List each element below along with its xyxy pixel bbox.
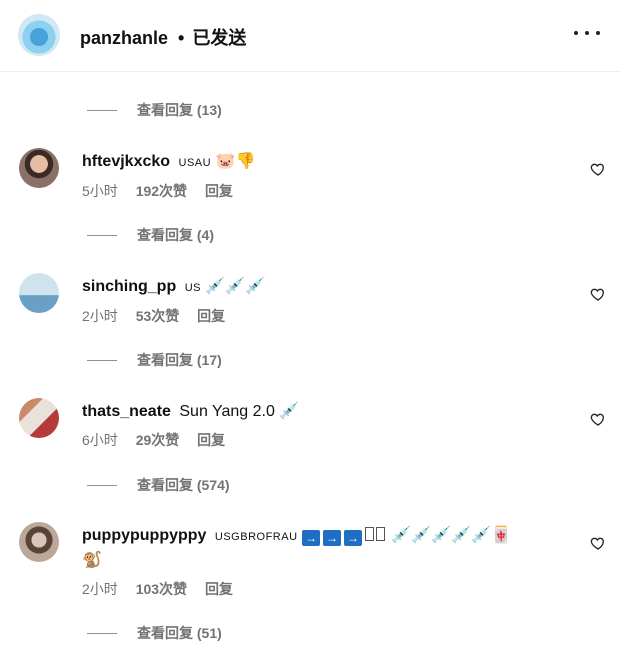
reply-button[interactable]: 回复	[197, 308, 225, 324]
avatar[interactable]	[19, 398, 59, 438]
comment-body: thats_neate Sun Yang 2.0 💉 6小时 29次赞 回复	[82, 400, 562, 448]
arrow-right-icon: →	[343, 530, 362, 546]
comment-text-line: thats_neate Sun Yang 2.0 💉	[82, 400, 562, 424]
view-replies-5[interactable]: 查看回复 (51)	[87, 623, 222, 643]
comment-text: USGBROFRAU	[214, 531, 298, 543]
reply-button[interactable]: 回复	[197, 432, 225, 448]
comment-text: Sun Yang 2.0	[179, 403, 275, 420]
comment-body: hftevjkxcko USAU 🐷👎 5小时 192次赞 回复	[82, 150, 562, 199]
comment-emojis: 💉💉💉	[205, 278, 266, 295]
comment-likes[interactable]: 29次赞	[136, 432, 180, 448]
comment-emojis: 🐷👎	[215, 153, 256, 170]
reply-divider	[87, 632, 117, 634]
view-replies-label[interactable]: 查看回复 (4)	[137, 225, 214, 245]
reply-divider	[87, 484, 117, 486]
comment-body: sinching_pp US 💉💉💉 2小时 53次赞 回复	[82, 275, 562, 324]
reply-divider	[87, 109, 117, 111]
comment-likes[interactable]: 53次赞	[136, 308, 180, 324]
comment-meta: 2小时 53次赞 回复	[82, 306, 562, 324]
arrow-right-icon: →	[301, 530, 320, 546]
comment-time: 5小时	[82, 183, 118, 199]
comment-text-line: hftevjkxcko USAU 🐷👎	[82, 150, 562, 175]
comment-emojis: 💉💉💉💉💉🀄	[391, 527, 511, 544]
comment-text: US	[184, 282, 201, 294]
avatar[interactable]	[19, 148, 59, 188]
comment-username[interactable]: hftevjkxcko	[82, 153, 170, 170]
arrow-right-icon: →	[322, 530, 341, 546]
header-avatar[interactable]	[18, 14, 60, 56]
view-replies-4[interactable]: 查看回复 (574)	[87, 475, 230, 495]
view-replies-label[interactable]: 查看回复 (574)	[137, 475, 230, 495]
header-separator: •	[178, 28, 185, 48]
comment-body: puppypuppyppy USGBROFRAU → → → 💉💉💉💉💉🀄 🐒 2小…	[82, 524, 562, 597]
view-replies-label[interactable]: 查看回复 (17)	[137, 350, 222, 370]
comment-meta: 6小时 29次赞 回复	[82, 430, 562, 448]
comment-time: 2小时	[82, 581, 118, 597]
comment-text-line: puppypuppyppy USGBROFRAU → → → 💉💉💉💉💉🀄 🐒	[82, 524, 562, 573]
avatar[interactable]	[19, 522, 59, 562]
reply-divider	[87, 359, 117, 361]
avatar[interactable]	[19, 273, 59, 313]
view-replies-3[interactable]: 查看回复 (17)	[87, 350, 222, 370]
comment-emojis: 💉	[279, 403, 300, 420]
header-username[interactable]: panzhanle	[80, 28, 168, 48]
heart-icon[interactable]	[590, 161, 606, 177]
comment-meta: 2小时 103次赞 回复	[82, 579, 562, 597]
comment-likes[interactable]: 103次赞	[136, 581, 187, 597]
reply-button[interactable]: 回复	[205, 183, 233, 199]
comment-time: 6小时	[82, 432, 118, 448]
comment-text: USAU	[178, 157, 212, 169]
heart-icon[interactable]	[590, 535, 606, 551]
comment-likes[interactable]: 192次赞	[136, 183, 187, 199]
heart-icon[interactable]	[590, 411, 606, 427]
view-replies-1[interactable]: 查看回复 (13)	[87, 100, 222, 120]
comment-emojis-line2: 🐒	[82, 552, 102, 569]
missing-glyph-icon	[364, 527, 374, 541]
comment-username[interactable]: sinching_pp	[82, 278, 176, 295]
comment-time: 2小时	[82, 308, 118, 324]
more-options-icon[interactable]	[574, 20, 600, 46]
comment-username[interactable]: puppypuppyppy	[82, 527, 206, 544]
reply-button[interactable]: 回复	[205, 581, 233, 597]
view-replies-label[interactable]: 查看回复 (13)	[137, 100, 222, 120]
comment-text-line: sinching_pp US 💉💉💉	[82, 275, 562, 300]
reply-divider	[87, 234, 117, 236]
chat-header: panzhanle • 已发送	[0, 0, 620, 72]
comment-username[interactable]: thats_neate	[82, 403, 171, 420]
missing-glyph-icon	[375, 527, 385, 541]
heart-icon[interactable]	[590, 286, 606, 302]
comment-meta: 5小时 192次赞 回复	[82, 181, 562, 199]
header-title: panzhanle • 已发送	[80, 24, 246, 50]
view-replies-2[interactable]: 查看回复 (4)	[87, 225, 214, 245]
header-status: 已发送	[192, 28, 247, 48]
view-replies-label[interactable]: 查看回复 (51)	[137, 623, 222, 643]
